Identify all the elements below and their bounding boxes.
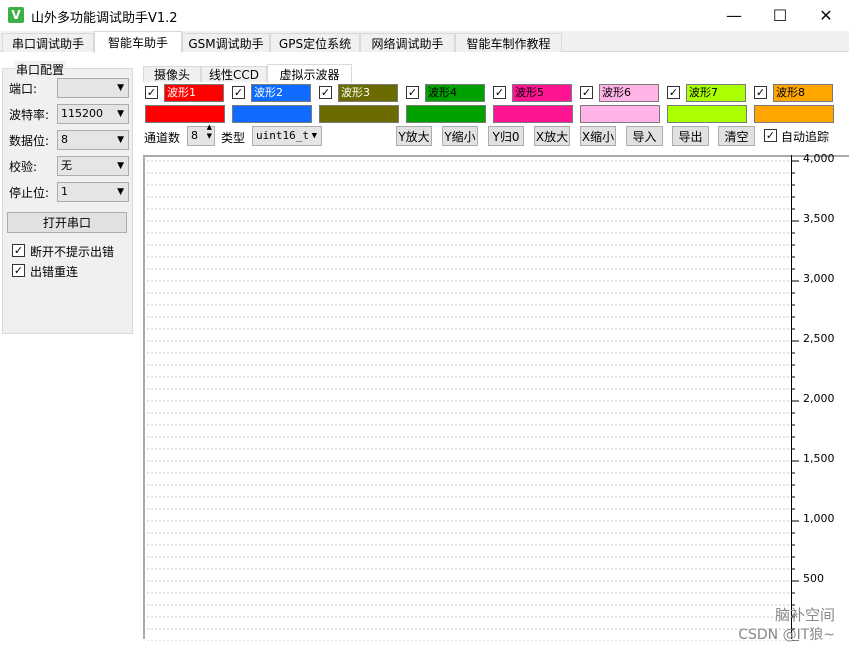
x-zoom-in-button[interactable]: X放大 — [534, 126, 570, 146]
maximize-button[interactable]: ☐ — [757, 0, 803, 31]
auto-track-label: 自动追踪 — [781, 130, 830, 144]
channel-spinner[interactable]: 8 ▲ ▼ — [187, 123, 215, 146]
baud-select[interactable]: 115200 ▼ — [57, 104, 129, 124]
wave-4-color-swatch[interactable] — [406, 105, 486, 123]
y-axis-line — [791, 155, 792, 639]
channel-label: 通道数 — [144, 131, 181, 145]
tab-gps[interactable]: GPS定位系统 — [270, 33, 360, 52]
wave-1-color-swatch[interactable] — [145, 105, 225, 123]
plot-canvas — [147, 160, 799, 641]
spinner-arrows-icon: ▲ ▼ — [206, 123, 212, 140]
wave-2-checkbox[interactable]: ✓ — [232, 86, 245, 99]
wave-3-color-swatch[interactable] — [319, 105, 399, 123]
stopbits-value: 1 — [61, 185, 68, 198]
main-tab-bar: 串口调试助手 智能车助手 GSM调试助手 GPS定位系统 网络调试助手 智能车制… — [0, 31, 849, 53]
databits-label: 数据位: — [9, 134, 50, 148]
y-tick-label: 3,500 — [803, 212, 835, 225]
channel-value: 8 — [191, 129, 198, 142]
close-button[interactable]: ✕ — [803, 0, 849, 31]
wave-4-label[interactable]: 波形4 — [425, 84, 485, 102]
parity-select[interactable]: 无 ▼ — [57, 156, 129, 176]
wave-3-checkbox[interactable]: ✓ — [319, 86, 332, 99]
databits-value: 8 — [61, 133, 68, 146]
wave-2-label[interactable]: 波形2 — [251, 84, 311, 102]
wave-6-checkbox[interactable]: ✓ — [580, 86, 593, 99]
title-bar: V 山外多功能调试助手V1.2 — ☐ ✕ — [0, 0, 849, 31]
type-value: uint16_t — [256, 129, 309, 142]
databits-select[interactable]: 8 ▼ — [57, 130, 129, 150]
wave-5-color-swatch[interactable] — [493, 105, 573, 123]
y-tick-label: 4,000 — [803, 152, 835, 165]
tab-serial-debug[interactable]: 串口调试助手 — [2, 33, 94, 52]
baud-label: 波特率: — [9, 108, 50, 122]
wave-1-checkbox[interactable]: ✓ — [145, 86, 158, 99]
wave-1-label[interactable]: 波形1 — [164, 84, 224, 102]
chevron-down-icon: ▼ — [117, 135, 124, 145]
y-tick-label: 2,000 — [803, 392, 835, 405]
wave-7-color-swatch[interactable] — [667, 105, 747, 123]
y-zoom-out-button[interactable]: Y缩小 — [442, 126, 478, 146]
app-icon: V — [8, 7, 24, 23]
wave-8-checkbox[interactable]: ✓ — [754, 86, 767, 99]
baud-value: 115200 — [61, 107, 103, 120]
x-zoom-out-button[interactable]: X缩小 — [580, 126, 616, 146]
wave-5-checkbox[interactable]: ✓ — [493, 86, 506, 99]
reconnect-label: 出错重连 — [30, 265, 79, 279]
reconnect-checkbox[interactable]: ✓ — [12, 264, 25, 277]
wave-6-label[interactable]: 波形6 — [599, 84, 659, 102]
y-tick-label: 3,000 — [803, 272, 835, 285]
wave-4-checkbox[interactable]: ✓ — [406, 86, 419, 99]
tab-camera[interactable]: 摄像头 — [143, 66, 201, 82]
serial-config-title: 串口配置 — [15, 61, 66, 78]
watermark-line1: 脑补空间 — [774, 606, 835, 624]
no-prompt-label: 断开不提示出错 — [30, 245, 115, 259]
window-title: 山外多功能调试助手V1.2 — [31, 11, 178, 26]
watermark-line2: CSDN @IT狼~ — [738, 627, 835, 643]
type-label: 类型 — [221, 131, 246, 145]
type-select[interactable]: uint16_t ▼ — [252, 126, 322, 146]
auto-track-checkbox[interactable]: ✓ — [764, 129, 777, 142]
wave-7-label[interactable]: 波形7 — [686, 84, 746, 102]
wave-6-color-swatch[interactable] — [580, 105, 660, 123]
wave-8-label[interactable]: 波形8 — [773, 84, 833, 102]
tab-oscilloscope[interactable]: 虚拟示波器 — [267, 64, 352, 83]
y-tick-label: 2,500 — [803, 332, 835, 345]
chevron-down-icon: ▼ — [311, 131, 317, 141]
port-label: 端口: — [9, 82, 38, 96]
export-button[interactable]: 导出 — [672, 126, 709, 146]
tab-gsm[interactable]: GSM调试助手 — [182, 33, 270, 52]
serial-config-group: 串口配置 端口: ▼ 波特率: 115200 ▼ 数据位: 8 ▼ 校验: 无 ▼ 停… — [2, 61, 133, 334]
y-zoom-in-button[interactable]: Y放大 — [396, 126, 432, 146]
y-reset-button[interactable]: Y归0 — [488, 126, 524, 146]
no-prompt-checkbox[interactable]: ✓ — [12, 244, 25, 257]
y-tick-label: 1,000 — [803, 512, 835, 525]
tab-linear-ccd[interactable]: 线性CCD — [201, 66, 267, 82]
chevron-down-icon: ▼ — [117, 83, 124, 93]
y-tick-label: 500 — [803, 572, 824, 585]
minimize-button[interactable]: — — [711, 0, 757, 31]
wave-5-label[interactable]: 波形5 — [512, 84, 572, 102]
wave-3-label[interactable]: 波形3 — [338, 84, 398, 102]
clear-button[interactable]: 清空 — [718, 126, 755, 146]
y-tick-label: 1,500 — [803, 452, 835, 465]
parity-label: 校验: — [9, 160, 38, 174]
stopbits-select[interactable]: 1 ▼ — [57, 182, 129, 202]
parity-value: 无 — [61, 159, 72, 172]
chevron-down-icon: ▼ — [117, 109, 124, 119]
tab-smart-car[interactable]: 智能车助手 — [94, 31, 182, 53]
stopbits-label: 停止位: — [9, 186, 50, 200]
oscilloscope-plot[interactable] — [143, 155, 849, 641]
import-button[interactable]: 导入 — [626, 126, 663, 146]
tab-tutorial[interactable]: 智能车制作教程 — [455, 33, 562, 52]
wave-8-color-swatch[interactable] — [754, 105, 834, 123]
chevron-down-icon: ▼ — [117, 187, 124, 197]
wave-7-checkbox[interactable]: ✓ — [667, 86, 680, 99]
chevron-down-icon: ▼ — [117, 161, 124, 171]
tab-network[interactable]: 网络调试助手 — [360, 33, 455, 52]
port-select[interactable]: ▼ — [57, 78, 129, 98]
wave-2-color-swatch[interactable] — [232, 105, 312, 123]
open-port-button[interactable]: 打开串口 — [7, 212, 127, 233]
